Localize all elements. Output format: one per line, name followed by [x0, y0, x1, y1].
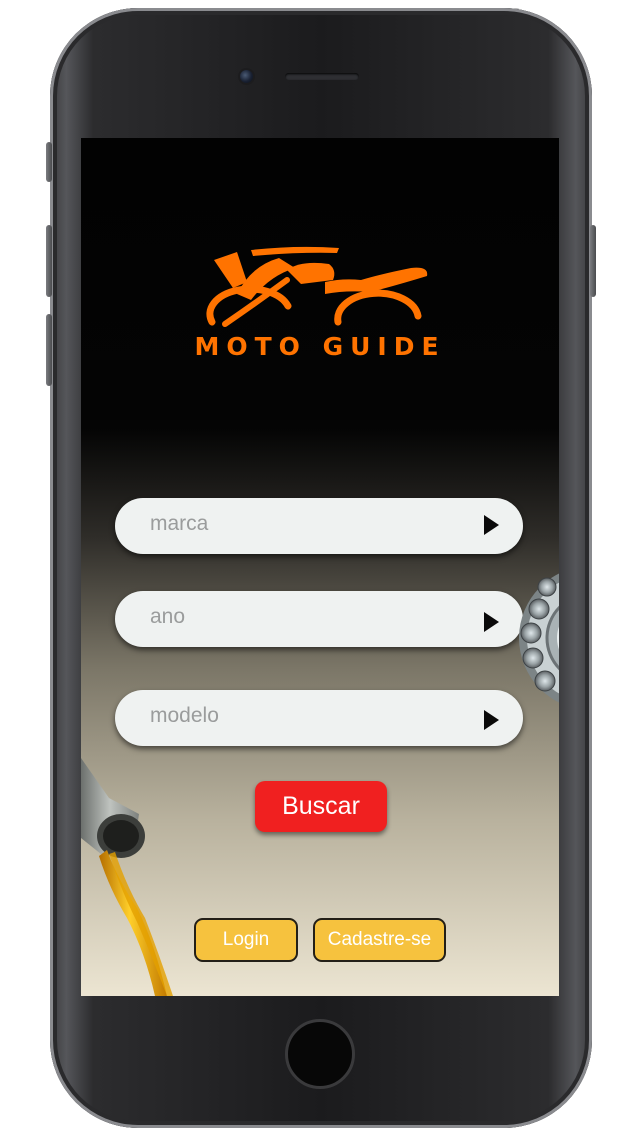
- brand-select[interactable]: marca: [115, 498, 523, 554]
- power-button: [590, 225, 596, 297]
- play-arrow-icon: [484, 515, 499, 535]
- volume-up-button: [46, 225, 52, 297]
- signup-button[interactable]: Cadastre-se: [313, 918, 446, 962]
- year-select[interactable]: ano: [115, 591, 523, 647]
- earpiece-speaker: [285, 73, 359, 80]
- ball-bearing-image: [519, 573, 559, 703]
- play-arrow-icon: [484, 710, 499, 730]
- model-placeholder: modelo: [150, 704, 219, 727]
- app-screen: MOTO GUIDE marca ano modelo Buscar Login…: [81, 138, 559, 996]
- brand-name: MOTO GUIDE: [194, 332, 446, 361]
- brand-placeholder: marca: [150, 512, 209, 535]
- front-camera: [240, 70, 253, 83]
- year-placeholder: ano: [150, 605, 186, 628]
- play-arrow-icon: [484, 612, 499, 632]
- oil-pouring-image: [81, 758, 173, 996]
- home-button[interactable]: [285, 1019, 355, 1089]
- login-button[interactable]: Login: [194, 918, 298, 962]
- search-button[interactable]: Buscar: [255, 781, 387, 832]
- model-select[interactable]: modelo: [115, 690, 523, 746]
- volume-down-button: [46, 314, 52, 386]
- mute-switch: [46, 142, 52, 182]
